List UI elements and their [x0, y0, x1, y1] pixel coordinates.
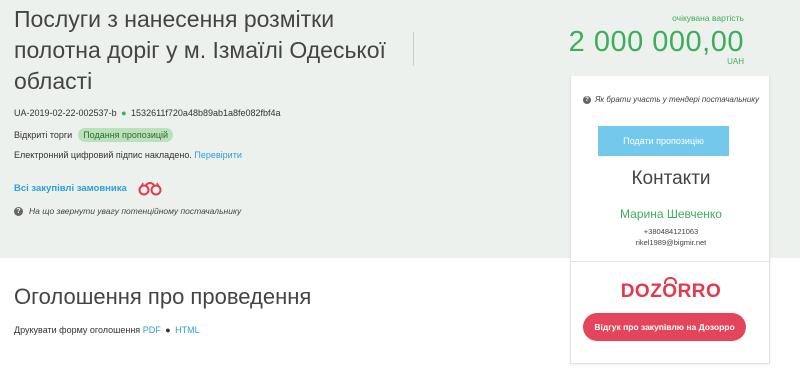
question-circle-icon: ?	[14, 206, 23, 216]
signature-text: Електронний цифровий підпис накладено.	[14, 150, 192, 160]
print-pdf-link[interactable]: PDF	[143, 325, 161, 335]
question-circle-icon: ?	[582, 95, 591, 104]
binoculars-icon	[138, 182, 162, 196]
price-currency: UAH	[727, 57, 744, 66]
print-separator: ●	[165, 325, 171, 335]
attention-text: На що звернути увагу потенційному постач…	[29, 206, 242, 216]
contact-name: Марина Шевченко	[620, 207, 722, 221]
tender-hash: 1532611f720a48b89ab1a8fe082fbf4a	[131, 108, 281, 118]
dozorro-logo-suffix: RRO	[677, 281, 722, 302]
id-separator: ●	[121, 108, 127, 118]
dozorro-logo-z: Z	[650, 281, 663, 302]
dozorro-feedback-button[interactable]: Відгук про закупівлю на Дозорро	[583, 313, 746, 341]
dozorro-logo-o: O	[662, 277, 678, 302]
tender-title: Послуги з нанесення розмітки полотна дор…	[14, 6, 386, 94]
status-badge: Подання пропозицій	[78, 128, 174, 142]
how-to-participate-link[interactable]: ? Як брати участь у тендері постачальнику	[581, 94, 761, 106]
card-divider	[571, 261, 771, 262]
tender-id-line: UA-2019-02-22-002537-b ● 1532611f720a48b…	[14, 108, 281, 118]
title-divider	[413, 32, 414, 66]
dozorro-logo[interactable]: DOZORRO	[571, 277, 771, 303]
tender-id: UA-2019-02-22-002537-b	[14, 108, 117, 118]
contacts-title: Контакти	[631, 168, 711, 189]
print-form-line: Друкувати форму оголошення PDF ● HTML	[14, 325, 200, 335]
all-purchases-link[interactable]: Всі закупівлі замовника	[14, 180, 163, 196]
print-html-link[interactable]: HTML	[175, 325, 200, 335]
attention-hint[interactable]: ? На що звернути увагу потенційному пост…	[14, 206, 241, 216]
signature-line: Електронний цифровий підпис накладено. П…	[14, 150, 242, 160]
submit-proposal-button[interactable]: Подати пропозицію	[598, 126, 729, 156]
contact-email: rikel1989@bigmir.net	[635, 238, 707, 247]
print-form-label: Друкувати форму оголошення	[14, 325, 141, 335]
contact-phone: +380484121063	[643, 227, 699, 236]
price-amount: 2 000 000,00	[568, 26, 744, 58]
participation-card: ? Як брати участь у тендері постачальнику…	[570, 76, 771, 364]
announcement-title: Оголошення про проведення	[14, 284, 312, 309]
price-label: очікувана вартість	[672, 13, 744, 23]
dozorro-logo-prefix: DO	[620, 281, 651, 302]
all-purchases-label: Всі закупівлі замовника	[14, 182, 127, 194]
verify-signature-link[interactable]: Перевірити	[194, 150, 241, 160]
how-to-text: Як брати участь у тендері постачальнику	[594, 95, 760, 104]
procedure-type: Відкриті торги	[14, 130, 73, 140]
procedure-line: Відкриті торги Подання пропозицій	[14, 128, 174, 142]
